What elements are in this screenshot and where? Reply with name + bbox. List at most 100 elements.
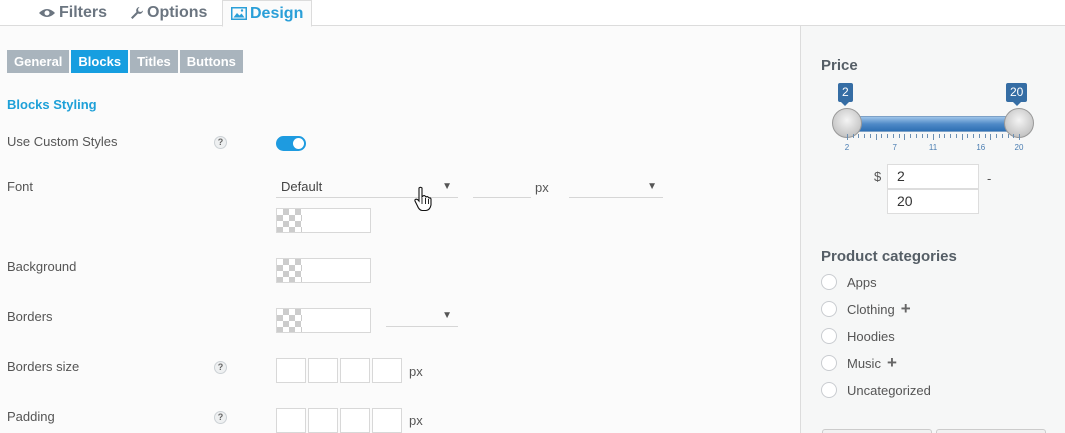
border-style-select[interactable]: ▼	[386, 305, 458, 327]
padding-bottom-input[interactable]	[340, 408, 370, 433]
tab-filters-label: Filters	[59, 4, 108, 21]
radio-button[interactable]	[821, 328, 837, 344]
slider-tick	[938, 134, 940, 138]
price-title: Price	[821, 57, 858, 74]
slider-tick	[990, 134, 992, 140]
slider-tick	[858, 134, 860, 138]
expand-plus-icon[interactable]: +	[887, 354, 897, 371]
slider-tick	[921, 134, 923, 138]
hand-cursor-icon	[414, 186, 432, 212]
slider-tick	[910, 134, 912, 138]
category-item[interactable]: Uncategorized	[821, 382, 931, 398]
borders-size-label: Borders size	[7, 359, 80, 374]
slider-tick	[898, 134, 900, 138]
help-icon[interactable]: ?	[214, 361, 227, 374]
padding-top-input[interactable]	[276, 408, 306, 433]
category-item[interactable]: Hoodies	[821, 328, 895, 344]
category-item[interactable]: Apps	[821, 274, 877, 290]
radio-button[interactable]	[821, 382, 837, 398]
slider-tick-label: 11	[928, 143, 938, 152]
border-top-input[interactable]	[276, 358, 306, 383]
transparent-swatch	[277, 309, 302, 332]
price-min-input[interactable]: 2	[887, 164, 979, 189]
top-tab-bar: Filters Options Design	[0, 0, 1065, 27]
slider-tick	[887, 134, 889, 138]
slider-tick-label: 7	[892, 143, 897, 152]
use-custom-styles-label: Use Custom Styles	[7, 134, 118, 149]
expand-plus-icon[interactable]: +	[901, 300, 911, 317]
font-style-select[interactable]: ▼	[569, 176, 663, 198]
category-label: Music	[847, 355, 881, 371]
slider-tick	[869, 134, 871, 138]
price-max-bubble: 20	[1006, 83, 1028, 106]
slider-tick	[852, 134, 854, 138]
background-color-picker[interactable]	[276, 258, 371, 283]
category-item[interactable]: Clothing +	[821, 300, 911, 317]
font-color-picker[interactable]	[276, 208, 371, 233]
price-separator: -	[987, 171, 992, 186]
slider-tick	[984, 134, 986, 138]
price-min-bubble: 2	[838, 83, 853, 106]
subtab-blocks[interactable]: Blocks	[71, 50, 129, 73]
slider-tick	[904, 134, 906, 140]
filter-button[interactable]	[822, 429, 932, 433]
padding-right-input[interactable]	[308, 408, 338, 433]
slider-tick	[967, 134, 969, 138]
slider-tick	[996, 134, 998, 138]
price-slider-track[interactable]	[846, 116, 1020, 132]
border-right-input[interactable]	[308, 358, 338, 383]
slider-tick	[944, 134, 946, 138]
category-label: Apps	[847, 274, 877, 290]
tab-design[interactable]: Design	[222, 0, 313, 27]
categories-title: Product categories	[821, 248, 957, 265]
slider-tick	[950, 134, 952, 138]
radio-button[interactable]	[821, 355, 837, 371]
category-label: Uncategorized	[847, 382, 931, 398]
sub-tab-bar: General Blocks Titles Buttons	[7, 50, 243, 73]
border-left-input[interactable]	[372, 358, 402, 383]
help-icon[interactable]: ?	[214, 411, 227, 424]
price-max-input[interactable]: 20	[887, 189, 979, 214]
tab-options[interactable]: Options	[122, 0, 215, 26]
slider-tick-label: 16	[976, 143, 986, 152]
slider-tick	[915, 134, 917, 138]
slider-tick-label: 20	[1014, 143, 1024, 152]
toggle-knob	[293, 138, 304, 149]
tab-design-label: Design	[250, 4, 304, 22]
slider-tick	[875, 134, 877, 140]
help-icon[interactable]: ?	[214, 136, 227, 149]
font-size-input[interactable]	[473, 176, 531, 198]
dropdown-arrow-icon: ▼	[442, 181, 452, 192]
border-color-picker[interactable]	[276, 308, 371, 333]
font-family-value: Default	[281, 179, 323, 194]
slider-tick	[1001, 134, 1003, 138]
background-label: Background	[7, 259, 77, 274]
slider-tick	[881, 134, 883, 138]
filter-preview-panel: Price 2 20 2 7 11 16 20 $ 2 - 20 Product cat…	[800, 26, 1065, 433]
radio-button[interactable]	[821, 274, 837, 290]
slider-tick	[961, 134, 963, 140]
font-size-unit: px	[535, 180, 549, 195]
subtab-buttons[interactable]: Buttons	[179, 50, 243, 73]
slider-tick	[978, 134, 980, 138]
category-item[interactable]: Music +	[821, 354, 897, 371]
clear-button[interactable]	[936, 429, 1046, 433]
currency-symbol: $	[874, 169, 882, 184]
slider-tick	[927, 134, 929, 138]
slider-tick	[1007, 134, 1009, 138]
transparent-swatch	[277, 209, 302, 232]
subtab-titles[interactable]: Titles	[130, 50, 178, 73]
padding-label: Padding	[7, 409, 55, 424]
border-bottom-input[interactable]	[340, 358, 370, 383]
padding-left-input[interactable]	[372, 408, 402, 433]
category-label: Clothing	[847, 301, 895, 317]
radio-button[interactable]	[821, 301, 837, 317]
section-title: Blocks Styling	[7, 97, 97, 112]
slider-tick	[864, 134, 866, 138]
tab-filters[interactable]: Filters	[30, 0, 115, 26]
padding-unit: px	[409, 413, 423, 428]
category-label: Hoodies	[847, 328, 895, 344]
custom-styles-toggle[interactable]	[276, 136, 306, 151]
slider-tick	[955, 134, 957, 138]
subtab-general[interactable]: General	[7, 50, 70, 73]
